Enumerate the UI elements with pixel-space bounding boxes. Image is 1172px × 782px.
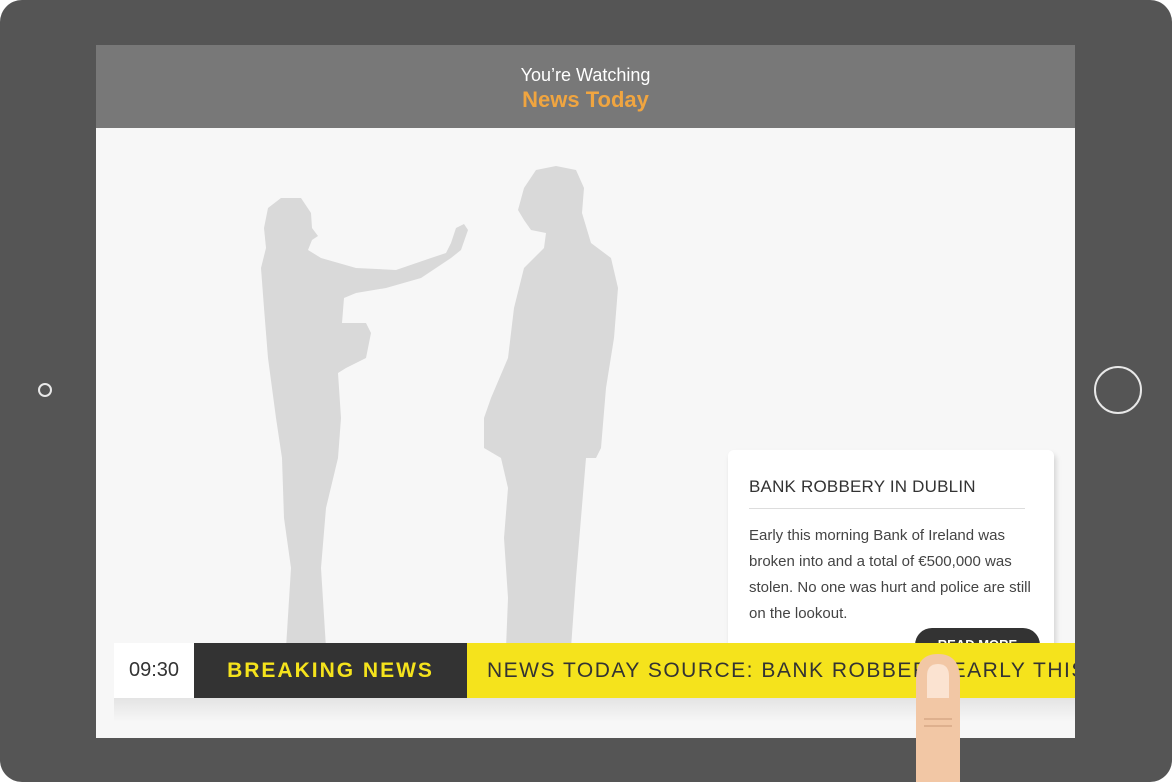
- camera-icon: [38, 383, 52, 397]
- header-bar: You’re Watching News Today: [96, 45, 1075, 128]
- home-button[interactable]: [1094, 366, 1142, 414]
- channel-title: News Today: [522, 87, 649, 112]
- interview-silhouettes-image: [261, 166, 618, 648]
- ticker-time: 09:30: [114, 643, 194, 698]
- popup-divider: [749, 508, 1025, 509]
- ticker-scroll-content: NEWS TODAY SOURCE: BANK ROBBERY EARLY TH…: [487, 659, 1075, 682]
- story-headline: BANK ROBBERY IN DUBLIN: [749, 477, 976, 496]
- app-screen: You’re Watching News Today BANK ROBBERY …: [96, 45, 1075, 738]
- ticker-scroll-text[interactable]: NEWS TODAY SOURCE: BANK ROBBERY EARLY TH…: [467, 643, 1075, 698]
- finger-tap-icon: [916, 654, 960, 782]
- story-body: Early this morning Bank of Ireland was b…: [749, 527, 1031, 622]
- breaking-news-label: BREAKING NEWS: [194, 643, 467, 698]
- tablet-device: You’re Watching News Today BANK ROBBERY …: [0, 0, 1172, 782]
- reporter-silhouette: [261, 198, 468, 648]
- interviewee-silhouette: [484, 166, 618, 648]
- header-subtitle: You’re Watching: [520, 65, 651, 85]
